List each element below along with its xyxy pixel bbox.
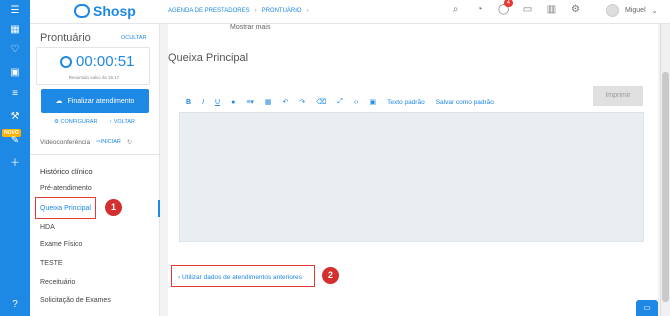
database-icon[interactable]: ≡ (8, 87, 22, 101)
active-indicator (158, 200, 160, 217)
gear-icon[interactable]: ⚙ (570, 4, 581, 15)
configure-button[interactable]: ⚙ CONFIGURAR (54, 119, 97, 125)
video-label: Videoconferência (40, 138, 91, 146)
redo-icon[interactable]: ↷ (299, 98, 305, 106)
money-icon[interactable]: ▣ (8, 66, 22, 80)
back-button[interactable]: ↑ VOLTAR (109, 119, 134, 125)
clock-icon (60, 55, 72, 68)
plus-icon[interactable]: ＋ (8, 157, 22, 171)
chevron-down-icon: ⌄ (651, 7, 658, 15)
menu-item-solicitacao-exames[interactable]: Solicitação de Exames (40, 297, 111, 304)
chevron-right-icon: › (306, 8, 309, 14)
undo-icon[interactable]: ↶ (283, 98, 289, 106)
avatar (606, 4, 619, 17)
save-default-button[interactable]: Salvar como padrão (436, 99, 494, 106)
chat-icon[interactable]: ◯ 4 (498, 0, 513, 15)
bell-icon[interactable]: ◔ (474, 4, 485, 15)
section-title: Histórico clínico (40, 167, 93, 176)
editor-toolbar: B I U ● ≡▾ ▦ ↶ ↷ ⌫ ⤢ ‹› ▣ Texto padrão S… (186, 98, 494, 106)
app-name: Shosp (93, 3, 136, 19)
user-name: Miguel (625, 7, 646, 14)
cloud-icon: ☁ (55, 98, 63, 105)
fullscreen-icon[interactable]: ⤢ (337, 98, 343, 106)
header-icons: ⌕ ◔ ◯ 4 ▭ ▥ ⚙ (450, 0, 581, 15)
refresh-icon[interactable]: ↻ (127, 138, 132, 146)
text-default-button[interactable]: Texto padrão (387, 99, 425, 106)
edit-icon[interactable]: ✎ (8, 134, 22, 148)
align-icon[interactable]: ≡▾ (246, 98, 254, 106)
search-icon[interactable]: ⌕ (450, 4, 461, 15)
eraser-icon[interactable]: ⌫ (316, 98, 326, 106)
show-more-link[interactable]: Mostrar mais (230, 24, 270, 31)
callout-highlight-2 (171, 265, 315, 287)
code-icon[interactable]: ‹› (354, 99, 359, 106)
breadcrumb-agenda[interactable]: AGENDA DE PRESTADORES (168, 8, 250, 14)
report-icon[interactable]: ▥ (546, 4, 557, 15)
menu-icon[interactable]: ☰ (8, 4, 22, 18)
notification-badge: 4 (504, 0, 513, 7)
callout-number-2: 2 (322, 267, 339, 284)
user-menu[interactable]: Miguel ⌄ (606, 4, 658, 17)
image-icon[interactable]: ▣ (369, 98, 376, 106)
timer-box: 00:00:51 Resumido salvo às 15:17 (36, 47, 150, 85)
breadcrumb-prontuario[interactable]: PRONTUÁRIO (262, 8, 302, 14)
icon-rail: ☰ ▦ ♡ ▣ ≡ ⚒ NOVO ✎ ＋ ? (0, 0, 30, 316)
top-bar: Shosp AGENDA DE PRESTADORES › PRONTUÁRIO… (30, 0, 670, 24)
menu-item-hda[interactable]: HDA (40, 224, 55, 231)
callout-number-1: 1 (105, 199, 122, 216)
help-icon[interactable]: ? (8, 298, 22, 312)
scrollbar-thumb[interactable] (662, 72, 669, 302)
menu-item-teste[interactable]: TESTE (40, 260, 63, 267)
italic-button[interactable]: I (202, 99, 204, 106)
timer-value: 00:00:51 (76, 53, 135, 70)
hide-button[interactable]: OCULTAR (121, 35, 146, 41)
video-row: Videoconferência ⇨INICIAR ↻ (40, 138, 132, 147)
logo-icon (74, 4, 90, 18)
app-logo[interactable]: Shosp (74, 3, 136, 19)
bold-button[interactable]: B (186, 99, 191, 106)
color-icon[interactable]: ● (231, 99, 235, 106)
page-title: Queixa Principal (168, 52, 249, 64)
underline-button[interactable]: U (215, 99, 220, 106)
finish-label: Finalizar atendimento (67, 97, 135, 105)
menu-item-exame-fisico[interactable]: Exame Físico (40, 241, 82, 248)
scrollbar[interactable] (660, 24, 670, 316)
breadcrumb: AGENDA DE PRESTADORES › PRONTUÁRIO › (168, 8, 309, 14)
menu-item-receituario[interactable]: Receituário (40, 279, 75, 286)
panel-title: Prontuário (40, 32, 91, 44)
editor-area[interactable] (179, 112, 644, 242)
prontuario-panel: Prontuário OCULTAR 00:00:51 Resumido sal… (30, 24, 160, 316)
divider (30, 154, 160, 155)
start-video-button[interactable]: ⇨INICIAR (96, 139, 121, 145)
config-row: ⚙ CONFIGURAR ↑ VOLTAR (54, 119, 135, 125)
menu-item-pre-atendimento[interactable]: Pré-atendimento (40, 185, 92, 192)
print-button[interactable]: Imprimir (593, 86, 643, 106)
monitor-icon[interactable]: ▭ (522, 4, 533, 15)
timer: 00:00:51 (60, 53, 134, 70)
finish-button[interactable]: ☁ Finalizar atendimento (41, 89, 149, 113)
calendar-icon[interactable]: ▦ (8, 23, 22, 37)
table-icon[interactable]: ▦ (265, 98, 272, 106)
resumed-text: Resumido salvo às 15:17 (68, 75, 120, 80)
callout-highlight-1 (35, 197, 96, 219)
chevron-right-icon: › (254, 8, 257, 14)
tools-icon[interactable]: ⚒ (8, 110, 22, 124)
chat-button[interactable]: ▭ (636, 300, 658, 316)
heart-icon[interactable]: ♡ (8, 43, 22, 57)
